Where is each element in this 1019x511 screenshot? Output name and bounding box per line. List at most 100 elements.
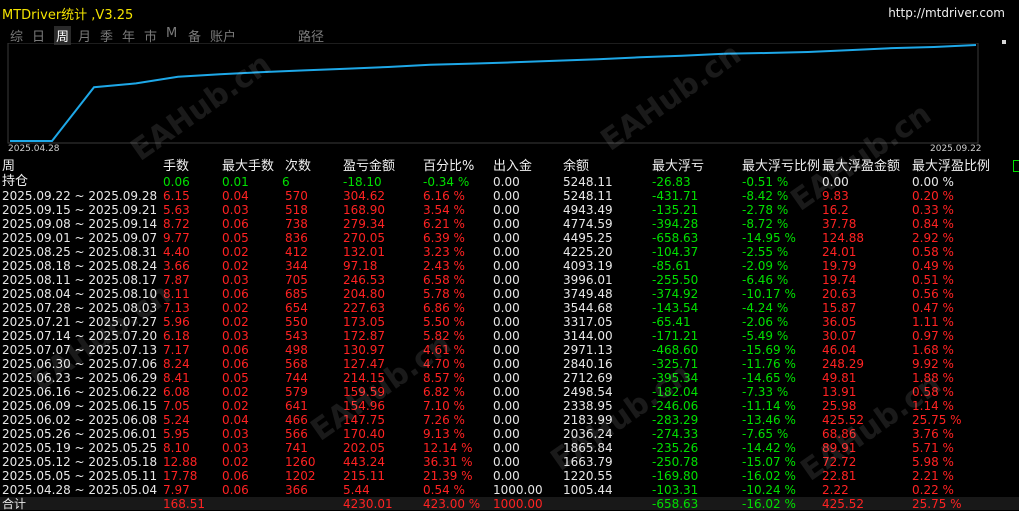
row-flow: 0.00 [493,343,520,357]
row-pnl: 246.53 [343,273,385,287]
table-row[interactable]: 2025.08.25 ~ 2025.08.31 4.40 0.02 412 132.01… [0,245,1019,259]
table-row[interactable]: 2025.09.01 ~ 2025.09.07 9.77 0.05 836 270.05… [0,231,1019,245]
row-max-float-profit: 68.86 [822,427,857,441]
table-row[interactable]: 2025.07.28 ~ 2025.08.03 7.13 0.02 654 227.63… [0,301,1019,315]
row-pct: 4.70 % [423,357,465,371]
row-lots: 7.13 [163,301,190,315]
row-balance: 1005.44 [563,483,613,497]
table-row[interactable]: 2025.06.23 ~ 2025.06.29 8.41 0.05 744 214.15… [0,371,1019,385]
row-max-float-loss: -235.26 [652,441,699,455]
row-max-float-loss: -395.34 [652,371,699,385]
row-max-float-loss: -374.92 [652,287,699,301]
row-pnl: 5.44 [343,483,370,497]
row-lots: 8.41 [163,371,190,385]
row-pnl: 304.62 [343,189,385,203]
row-flow: 0.00 [493,441,520,455]
row-max-float-profit-pct: 0.33 % [912,203,954,217]
row-balance: 2971.13 [563,343,613,357]
row-max-float-loss: -103.31 [652,483,699,497]
row-max-float-profit: 89.91 [822,441,857,455]
table-row[interactable]: 2025.09.08 ~ 2025.09.14 8.72 0.06 738 279.34… [0,217,1019,231]
col-period: 周 [2,159,16,174]
row-count: 579 [285,385,308,399]
table-row[interactable]: 2025.05.05 ~ 2025.05.11 17.78 0.06 1202 215.… [0,469,1019,483]
row-period: 2025.07.21 ~ 2025.07.27 [2,315,158,329]
row-lots: 5.95 [163,427,190,441]
row-count: 741 [285,441,308,455]
row-lots: 7.97 [163,483,190,497]
row-pnl: 97.18 [343,259,378,273]
position-max-float-loss-pct: -0.51 % [742,175,789,189]
table-row[interactable]: 2025.05.12 ~ 2025.05.18 12.88 0.02 1260 443.… [0,455,1019,469]
row-count: 543 [285,329,308,343]
table-row[interactable]: 2025.08.18 ~ 2025.08.24 3.66 0.02 344 97.18 2… [0,259,1019,273]
website-link[interactable]: http://mtdriver.com [888,6,1005,20]
col-max-float-profit: 最大浮盈金额 [822,159,901,174]
table-row[interactable]: 2025.06.30 ~ 2025.07.06 8.24 0.06 568 127.47… [0,357,1019,371]
row-period: 2025.08.11 ~ 2025.08.17 [2,273,158,287]
row-pct: 36.31 % [423,455,473,469]
row-balance: 2036.24 [563,427,613,441]
row-max-float-profit-pct: 5.98 % [912,455,954,469]
row-max-float-loss-pct: -8.72 % [742,217,789,231]
position-count: 6 [282,175,290,189]
table-row[interactable]: 2025.08.04 ~ 2025.08.10 8.11 0.06 685 204.80… [0,287,1019,301]
row-flow: 0.00 [493,315,520,329]
row-max-float-profit-pct: 0.49 % [912,259,954,273]
row-max-float-profit-pct: 0.51 % [912,273,954,287]
row-balance: 4093.19 [563,259,613,273]
row-max-float-loss: -394.28 [652,217,699,231]
row-max-lots: 0.03 [222,441,249,455]
row-max-float-profit-pct: 2.92 % [912,231,954,245]
row-max-float-loss-pct: -10.24 % [742,483,796,497]
table-row[interactable]: 2025.09.22 ~ 2025.09.28 6.15 0.04 570 304.62… [0,189,1019,203]
row-max-float-profit: 46.04 [822,343,857,357]
table-row[interactable]: 2025.05.19 ~ 2025.05.25 8.10 0.03 741 202.05… [0,441,1019,455]
table-row[interactable]: 2025.07.21 ~ 2025.07.27 5.96 0.02 550 173.05… [0,315,1019,329]
position-row[interactable]: 持仓 0.06 0.01 6 -18.10 -0.34 % 0.00 5248.… [0,175,1019,190]
row-balance: 3996.01 [563,273,613,287]
row-period: 2025.04.28 ~ 2025.05.04 [2,483,158,497]
row-lots: 8.11 [163,287,190,301]
table-row[interactable]: 2025.06.16 ~ 2025.06.22 6.08 0.02 579 159.59… [0,385,1019,399]
row-balance: 3144.00 [563,329,613,343]
row-lots: 8.72 [163,217,190,231]
row-max-float-loss: -250.78 [652,455,699,469]
row-count: 738 [285,217,308,231]
row-balance: 4225.20 [563,245,613,259]
row-max-float-profit-pct: 0.58 % [912,385,954,399]
row-max-float-loss-pct: -13.46 % [742,413,796,427]
row-max-float-loss-pct: -7.65 % [742,427,789,441]
row-balance: 5248.11 [563,189,613,203]
table-row[interactable]: 2025.06.09 ~ 2025.06.15 7.05 0.02 641 154.96… [0,399,1019,413]
row-max-float-loss: -658.63 [652,231,699,245]
row-lots: 9.77 [163,231,190,245]
col-lots: 手数 [163,159,190,174]
tab-magic[interactable]: M [166,26,177,41]
position-max-float-loss: -26.83 [652,175,691,189]
row-max-float-profit-pct: 0.22 % [912,483,954,497]
row-max-lots: 0.06 [222,357,249,371]
row-max-float-loss: -85.61 [652,259,691,273]
col-max-float-loss-pct: 最大浮亏比例 [742,159,821,174]
row-max-float-loss-pct: -15.69 % [742,343,796,357]
row-pct: 3.23 % [423,245,465,259]
table-header: 周 手数 最大手数 次数 盈亏金额 百分比% 出入金 余额 最大浮亏 最大浮亏比… [0,160,1019,174]
table-row[interactable]: 2025.05.26 ~ 2025.06.01 5.95 0.03 566 170.40… [0,427,1019,441]
table-row[interactable]: 2025.08.11 ~ 2025.08.17 7.87 0.03 705 246.53… [0,273,1019,287]
row-max-lots: 0.02 [222,245,249,259]
row-balance: 2498.54 [563,385,613,399]
row-period: 2025.06.30 ~ 2025.07.06 [2,357,158,371]
row-flow: 1000.00 [493,483,543,497]
table-row[interactable]: 2025.09.15 ~ 2025.09.21 5.63 0.03 518 168.90… [0,203,1019,217]
row-flow: 0.00 [493,357,520,371]
row-lots: 3.66 [163,259,190,273]
row-pct: 0.54 % [423,483,465,497]
table-row[interactable]: 2025.07.07 ~ 2025.07.13 7.17 0.06 498 130.97… [0,343,1019,357]
table-row[interactable]: 2025.04.28 ~ 2025.05.04 7.97 0.06 366 5.44 0.… [0,483,1019,497]
table-row[interactable]: 2025.07.14 ~ 2025.07.20 6.18 0.03 543 172.87… [0,329,1019,343]
row-balance: 3749.48 [563,287,613,301]
table-row[interactable]: 2025.06.02 ~ 2025.06.08 5.24 0.04 466 147.75… [0,413,1019,427]
row-flow: 0.00 [493,301,520,315]
position-max-lots: 0.01 [222,175,249,189]
